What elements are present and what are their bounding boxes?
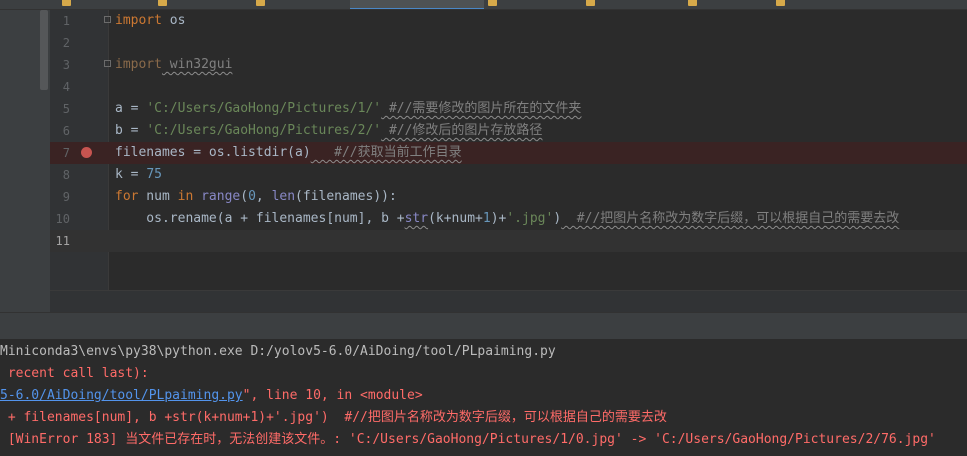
run-console[interactable]: Miniconda3\envs\py38\python.exe D:/yolov… [0, 339, 967, 456]
console-line: 5-6.0/AiDoing/tool/PLpaiming.py", line 1… [0, 388, 423, 403]
line-number: 1 [62, 14, 70, 28]
code-line-2[interactable]: 2 [50, 32, 967, 54]
code-line-1[interactable]: 1 import os [50, 10, 967, 32]
breakpoint-icon[interactable] [81, 147, 92, 158]
code-line-6[interactable]: 6 b = 'C:/Users/GaoHong/Pictures/2/' #//… [50, 120, 967, 142]
left-tool-strip [0, 10, 50, 312]
line-number: 9 [62, 190, 70, 204]
code-text: import win32gui [115, 57, 233, 72]
python-file-icon [256, 0, 265, 6]
console-line: recent call last): [0, 366, 149, 381]
code-line-11[interactable]: 11 [50, 230, 967, 252]
line-number: 5 [62, 102, 70, 116]
python-file-icon [688, 0, 697, 6]
code-line-7[interactable]: 7 filenames = os.listdir(a) #//获取当前工作目录 [50, 142, 967, 164]
python-file-icon [158, 0, 167, 6]
code-line-3[interactable]: 3 import win32gui [50, 54, 967, 76]
line-number: 6 [62, 124, 70, 138]
editor-tab-active[interactable] [350, 0, 484, 9]
code-line-9[interactable]: 9 for num in range(0, len(filenames)): [50, 186, 967, 208]
code-line-8[interactable]: 8 k = 75 [50, 164, 967, 186]
code-text: filenames = os.listdir(a) #//获取当前工作目录 [115, 145, 462, 160]
console-line: [WinError 183] 当文件已存在时，无法创建该文件。: 'C:/Use… [0, 432, 936, 447]
code-line-5[interactable]: 5 a = 'C:/Users/GaoHong/Pictures/1/' #//… [50, 98, 967, 120]
code-editor[interactable]: 1 import os 2 3 import win32gui 4 5 a = … [50, 10, 967, 312]
code-text: b = 'C:/Users/GaoHong/Pictures/2/' #//修改… [115, 123, 543, 138]
code-text: a = 'C:/Users/GaoHong/Pictures/1/' #//需要… [115, 101, 582, 116]
console-line: + filenames[num], b +str(k+num+1)+'.jpg'… [0, 410, 667, 425]
code-text: os.rename(a + filenames[num], b +str(k+n… [115, 211, 900, 226]
traceback-file-link[interactable]: 5-6.0/AiDoing/tool/PLpaiming.py [0, 388, 243, 403]
editor-tab[interactable] [62, 0, 75, 8]
editor-footer [50, 290, 967, 313]
python-file-icon [586, 0, 595, 6]
editor-tab[interactable] [158, 0, 171, 8]
python-file-icon [776, 0, 785, 6]
line-number: 4 [62, 80, 70, 94]
editor-tab[interactable] [688, 0, 701, 8]
code-text: import os [115, 13, 186, 28]
editor-tab[interactable] [586, 0, 599, 8]
line-number: 11 [55, 234, 70, 248]
line-number: 3 [62, 58, 70, 72]
panel-divider[interactable] [0, 312, 967, 340]
code-line-4[interactable]: 4 [50, 76, 967, 98]
console-line: Miniconda3\envs\py38\python.exe D:/yolov… [0, 344, 556, 359]
code-text: for num in range(0, len(filenames)): [115, 189, 397, 204]
editor-tab[interactable] [256, 0, 269, 8]
line-number: 8 [62, 168, 70, 182]
fold-marker-icon[interactable] [104, 60, 111, 67]
project-panel-scrollbar[interactable] [40, 10, 48, 90]
line-number: 10 [55, 212, 70, 226]
python-file-icon [62, 0, 71, 6]
editor-tab[interactable] [776, 0, 789, 8]
code-text: k = 75 [115, 167, 162, 182]
python-file-icon [488, 0, 497, 6]
code-line-10[interactable]: 10 os.rename(a + filenames[num], b +str(… [50, 208, 967, 230]
line-number: 7 [62, 146, 70, 160]
editor-tab-strip [0, 0, 967, 10]
line-number: 2 [62, 36, 70, 50]
editor-tab[interactable] [488, 0, 501, 8]
fold-marker-icon[interactable] [104, 16, 111, 23]
